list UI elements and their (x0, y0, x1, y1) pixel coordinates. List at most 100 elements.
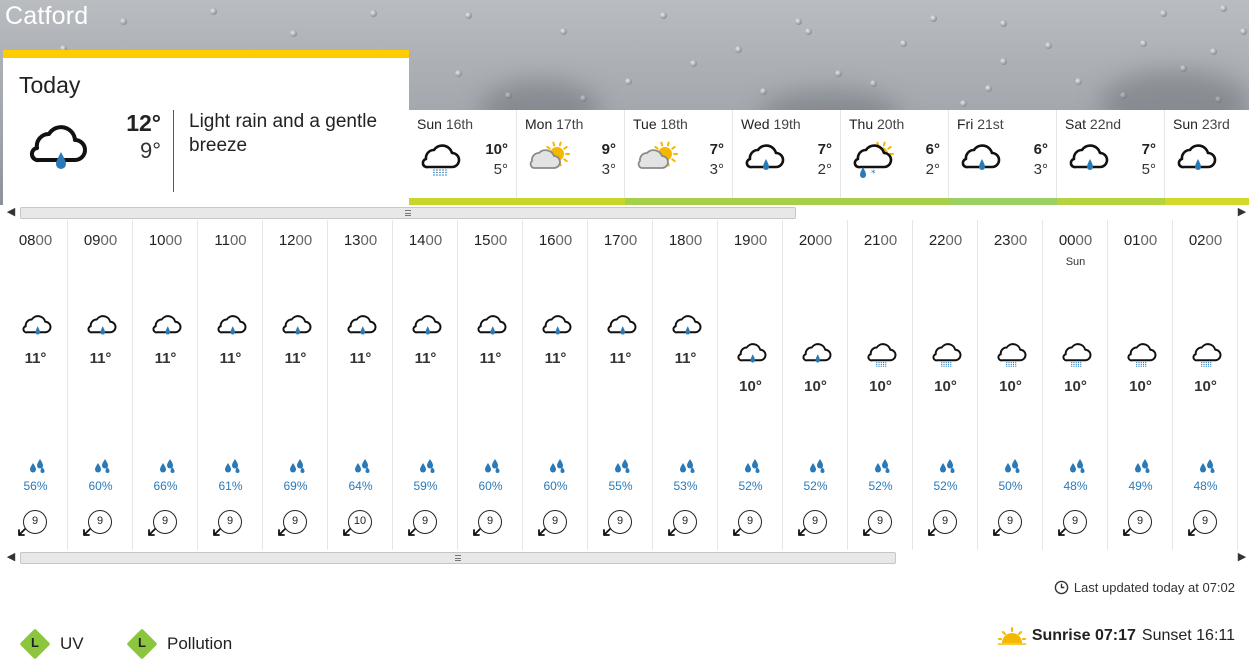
daily-scrollbar[interactable]: ◀ ▶ (4, 205, 1249, 220)
hour-column[interactable]: 1600 11° 60% 9 (523, 220, 588, 550)
day-high-temp: 6° (1033, 141, 1048, 158)
wind-indicator: 9 (603, 510, 634, 536)
raindrop (1240, 28, 1247, 35)
drizzle-icon (865, 340, 899, 370)
raindrop (465, 12, 472, 19)
raindrop (690, 60, 697, 67)
hour-column[interactable]: 0100 10° 49% 9 (1108, 220, 1173, 550)
sunny-intervals-icon (635, 140, 679, 180)
pollution-indicator[interactable]: L Pollution (126, 628, 233, 660)
day-label: Fri 21st (957, 116, 1004, 132)
last-updated: Last updated today at 07:02 (1054, 580, 1235, 595)
light-rain-showers-icon (419, 140, 463, 180)
rain-drops-icon (485, 459, 500, 473)
hour-temperature: 11° (219, 350, 242, 367)
day-high-temp: 7° (817, 141, 832, 158)
rain-drops-icon (615, 459, 630, 473)
wind-indicator: 9 (993, 510, 1024, 536)
hour-time: 0100 (1123, 232, 1158, 249)
rain-chance: 55% (608, 479, 633, 493)
raindrop (1000, 58, 1007, 65)
scroll-right-icon[interactable]: ▶ (1235, 205, 1249, 220)
raindrop (1140, 40, 1147, 47)
hour-column[interactable]: 0900 11° 60% 9 (68, 220, 133, 550)
day-label: Sat 22nd (1065, 116, 1122, 132)
hour-column[interactable]: 2000 10° 52% 9 (783, 220, 848, 550)
scrollbar-thumb[interactable] (20, 552, 896, 564)
today-card[interactable]: Today 12° 9° Light rain and a gentle bre… (3, 50, 409, 205)
hour-temperature: 10° (1064, 378, 1087, 395)
hour-column[interactable]: 1800 11° 53% 9 (653, 220, 718, 550)
hour-temperature: 11° (154, 350, 177, 367)
wind-indicator: 9 (1058, 510, 1089, 536)
day-tab-sun-23rd[interactable]: Sun 23rd1 (1165, 110, 1249, 205)
rain-drops-icon (95, 459, 110, 473)
day-tab-fri-21st[interactable]: Fri 21st 6° 3° (949, 110, 1057, 205)
hour-column[interactable]: 0200 10° 48% 9 (1173, 220, 1238, 550)
today-description: Light rain and a gentle breeze (189, 111, 378, 156)
uv-indicator[interactable]: L UV (19, 628, 84, 660)
wind-speed: 9 (88, 510, 112, 534)
drizzle-icon (1190, 340, 1224, 370)
wind-speed: 9 (868, 510, 892, 534)
day-label: Sun 16th (417, 116, 474, 132)
pollution-label: Pollution (167, 634, 233, 653)
hour-column[interactable]: 1700 11° 55% 9 (588, 220, 653, 550)
wind-indicator: 9 (473, 510, 504, 536)
clock-icon (1054, 580, 1069, 595)
hour-temperature: 11° (89, 350, 112, 367)
rain-drops-icon (160, 459, 175, 473)
scroll-right-icon[interactable]: ▶ (1235, 550, 1249, 565)
drizzle-icon (930, 340, 964, 370)
raindrop (870, 80, 877, 87)
wind-indicator: 9 (668, 510, 699, 536)
hour-column[interactable]: 1300 11° 64% 10 (328, 220, 393, 550)
wind-speed: 9 (283, 510, 307, 534)
hour-column[interactable]: 2200 10° 52% 9 (913, 220, 978, 550)
day-label: Mon 17th (525, 116, 584, 132)
hour-column[interactable]: 2300 10° 50% 9 (978, 220, 1043, 550)
hour-time: 2200 (928, 232, 963, 249)
scroll-left-icon[interactable]: ◀ (4, 205, 18, 220)
hour-column[interactable]: 1200 11° 69% 9 (263, 220, 328, 550)
scrollbar-thumb[interactable] (20, 207, 796, 219)
hourly-scrollbar[interactable]: ◀ ▶ (4, 550, 1249, 565)
wind-indicator: 9 (148, 510, 179, 536)
rain-drops-icon (1070, 459, 1085, 473)
hour-column[interactable]: 1000 11° 66% 9 (133, 220, 198, 550)
day-tab-sun-16th[interactable]: Sun 16th 10° 5° (409, 110, 517, 205)
hour-column[interactable]: 1400 11° 59% 9 (393, 220, 458, 550)
hour-column[interactable]: 0000 Sun 10° 48% 9 (1043, 220, 1108, 550)
day-tab-sat-22nd[interactable]: Sat 22nd 7° 5° (1057, 110, 1165, 205)
wind-speed: 9 (543, 510, 567, 534)
light-rain-icon (345, 312, 379, 342)
scroll-left-icon[interactable]: ◀ (4, 550, 18, 565)
hour-column[interactable]: 1900 10° 52% 9 (718, 220, 783, 550)
hour-temperature: 10° (739, 378, 762, 395)
day-color-bar (841, 198, 949, 205)
day-tab-wed-19th[interactable]: Wed 19th 7° 2° (733, 110, 841, 205)
wind-indicator: 9 (83, 510, 114, 536)
wind-speed: 9 (478, 510, 502, 534)
hour-column[interactable]: 1100 11° 61% 9 (198, 220, 263, 550)
rain-chance: 66% (153, 479, 178, 493)
day-high-temp: 7° (1141, 141, 1156, 158)
day-tab-mon-17th[interactable]: Mon 17th 9° 3° (517, 110, 625, 205)
hour-temperature: 10° (934, 378, 957, 395)
rain-chance: 61% (218, 479, 243, 493)
hour-column[interactable]: 0800 11° 56% 9 (3, 220, 68, 550)
raindrop (210, 8, 217, 15)
raindrop (290, 30, 297, 37)
day-label: Sun 23rd (1173, 116, 1230, 132)
sunset-time: Sunset 16:11 (1141, 627, 1235, 644)
rain-chance: 60% (543, 479, 568, 493)
hour-column[interactable]: 1500 11° 60% 9 (458, 220, 523, 550)
rain-chance: 64% (348, 479, 373, 493)
day-tab-thu-20th[interactable]: Thu 20th * 6° 2° (841, 110, 949, 205)
day-tab-tue-18th[interactable]: Tue 18th 7° 3° (625, 110, 733, 205)
day-label: Thu 20th (849, 116, 905, 132)
hour-column[interactable]: 2100 10° 52% 9 (848, 220, 913, 550)
rain-chance: 48% (1063, 479, 1088, 493)
wind-speed: 9 (153, 510, 177, 534)
rain-drops-icon (810, 459, 825, 473)
